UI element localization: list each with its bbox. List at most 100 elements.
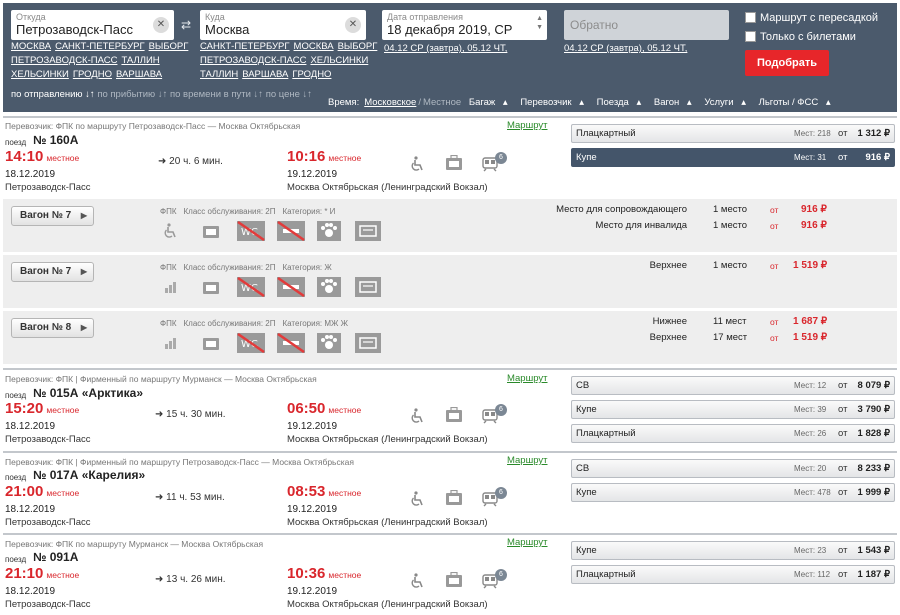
sort-asc-icon[interactable]: ↓↑ bbox=[83, 89, 98, 100]
class-kupe[interactable]: Купе Мест: 39 от 3 790 ₽ bbox=[571, 400, 895, 419]
transfer-checkbox[interactable]: Маршрут с пересадкой bbox=[745, 12, 878, 24]
filter-wagon[interactable]: Вагон ▴ bbox=[654, 97, 697, 108]
arrival-time: 08:53 местное bbox=[287, 483, 361, 500]
route-link[interactable]: Маршрут bbox=[507, 120, 548, 131]
to-quick-links: САНКТ-ПЕТЕРБУРГ МОСКВА ВЫБОРГ ПЕТРОЗАВОДСК… bbox=[200, 40, 377, 82]
to-link[interactable]: ТАЛЛИН bbox=[200, 69, 238, 80]
swap-direction-icon[interactable]: ⇄ bbox=[181, 18, 191, 32]
baggage-icon bbox=[203, 226, 219, 238]
from-link[interactable]: САНКТ-ПЕТЕРБУРГ bbox=[55, 41, 145, 52]
train-number[interactable]: № 017А «Карелия» bbox=[33, 468, 145, 482]
class-kupe[interactable]: Купе Мест: 478 от 1 999 ₽ bbox=[571, 483, 895, 502]
filter-baggage[interactable]: Багаж ▴ bbox=[469, 97, 513, 108]
from-link[interactable]: ТАЛЛИН bbox=[121, 55, 159, 66]
seat-row: Верхнее bbox=[423, 332, 687, 344]
train-carrier: Перевозчик: ФПК по маршруту Мурманск — М… bbox=[5, 539, 264, 549]
places-count: 20 bbox=[817, 464, 827, 473]
checkbox-box[interactable] bbox=[745, 31, 756, 42]
seat-price[interactable]: 1 687 ₽ bbox=[793, 316, 827, 327]
class-sv[interactable]: СВ Мест: 12 от 8 079 ₽ bbox=[571, 376, 895, 395]
return-quick-links[interactable]: 04.12 СР (завтра), 05.12 ЧТ, bbox=[564, 43, 687, 54]
from-value[interactable]: Петрозаводск-Пасс bbox=[16, 22, 133, 37]
arrow-right-icon: ➜ bbox=[155, 574, 167, 585]
seat-price[interactable]: 1 519 ₽ bbox=[793, 260, 827, 271]
sort-icon[interactable]: ↓↑ bbox=[300, 89, 313, 100]
seat-price[interactable]: 916 ₽ bbox=[801, 220, 827, 231]
filter-services[interactable]: Услуги ▴ bbox=[704, 97, 751, 108]
from-link[interactable]: ПЕТРОЗАВОДСК-ПАСС bbox=[11, 55, 117, 66]
time-local[interactable]: Местное bbox=[423, 97, 461, 108]
train-number[interactable]: № 160А bbox=[33, 133, 78, 147]
places-label: Мест: bbox=[794, 405, 816, 414]
seat-price[interactable]: 1 519 ₽ bbox=[793, 332, 827, 343]
filter-benefits[interactable]: Льготы / ФСС ▴ bbox=[759, 97, 836, 108]
tickets-only-checkbox[interactable]: Только с билетами bbox=[745, 31, 856, 43]
date-spin-icon[interactable]: ▲ ▼ bbox=[536, 14, 543, 32]
seat-price[interactable]: 916 ₽ bbox=[801, 204, 827, 215]
train-scheme-icon[interactable]: 6 bbox=[482, 152, 507, 177]
to-link[interactable]: МОСКВА bbox=[294, 41, 334, 52]
sort-arrival[interactable]: по прибытию bbox=[97, 89, 155, 100]
local-time-tag: местное bbox=[328, 570, 362, 580]
chevron-right-icon: ▶ bbox=[80, 323, 87, 332]
date-value[interactable]: 18 декабря 2019, СР bbox=[387, 22, 512, 37]
class-plackart[interactable]: Плацкартный Мест: 218 от 1 312 ₽ bbox=[571, 124, 895, 143]
to-link[interactable]: ВАРШАВА bbox=[242, 69, 288, 80]
from-link[interactable]: ВАРШАВА bbox=[116, 69, 162, 80]
arrival-station: Москва Октябрьская (Ленинградский Вокзал… bbox=[287, 434, 488, 445]
wagon-button[interactable]: Вагон № 7 ▶ bbox=[11, 262, 94, 282]
to-link[interactable]: САНКТ-ПЕТЕРБУРГ bbox=[200, 41, 290, 52]
train-number[interactable]: № 091А bbox=[33, 550, 78, 564]
route-link[interactable]: Маршрут bbox=[507, 373, 548, 384]
from-link[interactable]: ВЫБОРГ bbox=[149, 41, 189, 52]
filter-train[interactable]: Поезда ▴ bbox=[597, 97, 647, 108]
from-field[interactable]: Откуда Петрозаводск-Пасс ✕ bbox=[11, 10, 174, 40]
from-link[interactable]: МОСКВА bbox=[11, 41, 51, 52]
train-number[interactable]: № 015А «Арктика» bbox=[33, 386, 143, 400]
info-badge: 6 bbox=[495, 404, 507, 416]
departure-date: 18.12.2019 bbox=[5, 169, 56, 180]
sort-icon[interactable]: ↓↑ bbox=[155, 89, 170, 100]
train-scheme-icon[interactable]: 6 bbox=[482, 487, 507, 512]
train-scheme-icon[interactable]: 6 bbox=[482, 569, 507, 594]
route-link[interactable]: Маршрут bbox=[507, 537, 548, 548]
to-field[interactable]: Куда Москва ✕ bbox=[200, 10, 366, 40]
places-count: 478 bbox=[817, 488, 831, 497]
clear-from-icon[interactable]: ✕ bbox=[153, 17, 169, 33]
filter-carrier[interactable]: Перевозчик ▴ bbox=[520, 97, 589, 108]
class-plackart[interactable]: Плацкартный Мест: 26 от 1 828 ₽ bbox=[571, 424, 895, 443]
search-button[interactable]: Подобрать bbox=[745, 50, 829, 76]
to-link[interactable]: ХЕЛЬСИНКИ bbox=[310, 55, 368, 66]
sort-departure[interactable]: по отправлению bbox=[11, 89, 83, 100]
date-quick-links[interactable]: 04.12 СР (завтра), 05.12 ЧТ, bbox=[384, 43, 507, 54]
to-link[interactable]: ВЫБОРГ bbox=[338, 41, 378, 52]
train-carrier: Перевозчик: ФПК по маршруту Петрозаводск… bbox=[5, 121, 301, 131]
class-plackart[interactable]: Плацкартный Мест: 112 от 1 187 ₽ bbox=[571, 565, 895, 584]
transfer-label: Маршрут с пересадкой bbox=[760, 12, 879, 24]
wagon-service-class: Класс обслуживания: 2П bbox=[183, 263, 276, 272]
class-kupe-selected[interactable]: Купе Мест: 31 от 916 ₽ bbox=[571, 148, 895, 167]
to-link[interactable]: ГРОДНО bbox=[292, 69, 331, 80]
wagon-button[interactable]: Вагон № 7 ▶ bbox=[11, 206, 94, 226]
checkbox-box[interactable] bbox=[745, 12, 756, 23]
return-date-field[interactable]: Обратно bbox=[564, 10, 729, 40]
class-sv[interactable]: СВ Мест: 20 от 8 233 ₽ bbox=[571, 459, 895, 478]
wagon-button[interactable]: Вагон № 8 ▶ bbox=[11, 318, 94, 338]
to-value[interactable]: Москва bbox=[205, 22, 249, 37]
train-scheme-icon[interactable]: 6 bbox=[482, 404, 507, 429]
clear-to-icon[interactable]: ✕ bbox=[345, 17, 361, 33]
caret-up-icon: ▴ bbox=[502, 97, 508, 108]
from-link[interactable]: ХЕЛЬСИНКИ bbox=[11, 69, 69, 80]
class-name: Плацкартный bbox=[576, 128, 636, 139]
wc-disabled-icon: WC bbox=[237, 221, 265, 241]
sort-travel-time[interactable]: по времени в пути bbox=[170, 89, 251, 100]
time-moscow[interactable]: Московское bbox=[364, 97, 416, 108]
class-kupe[interactable]: Купе Мест: 23 от 1 543 ₽ bbox=[571, 541, 895, 560]
sort-price[interactable]: по цене bbox=[266, 89, 300, 100]
to-link[interactable]: ПЕТРОЗАВОДСК-ПАСС bbox=[200, 55, 306, 66]
route-link[interactable]: Маршрут bbox=[507, 455, 548, 466]
from-word: от bbox=[838, 128, 848, 139]
date-field[interactable]: Дата отправления 18 декабря 2019, СР ▲ ▼ bbox=[382, 10, 547, 40]
sort-icon[interactable]: ↓↑ bbox=[251, 89, 266, 100]
from-link[interactable]: ГРОДНО bbox=[73, 69, 112, 80]
